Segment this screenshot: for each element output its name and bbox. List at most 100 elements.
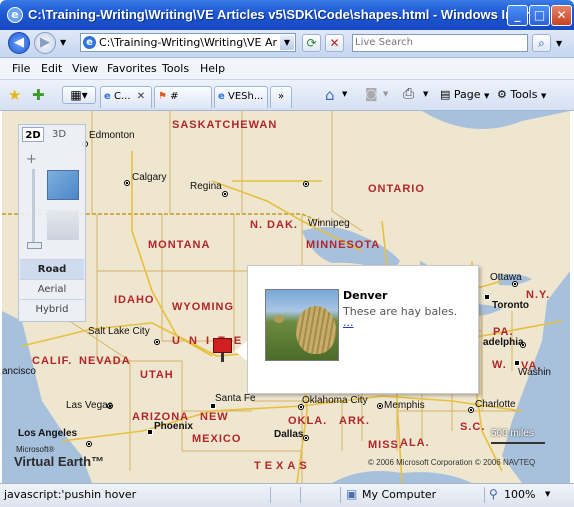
pushpin-info-box: Denver These are hay bales. ... xyxy=(247,265,479,394)
status-divider xyxy=(300,487,301,503)
mode-road[interactable]: Road xyxy=(20,259,84,280)
menu-help[interactable]: Help xyxy=(200,62,225,75)
zoom-slider-handle[interactable] xyxy=(27,242,42,249)
computer-icon: ▣ xyxy=(346,487,358,501)
search-field[interactable] xyxy=(352,34,528,52)
info-box-link[interactable]: ... xyxy=(343,316,354,329)
tab-overflow-button[interactable]: » xyxy=(270,86,292,108)
page-icon: ▤ xyxy=(440,88,451,101)
tools-menu-button[interactable]: ⚙ Tools ▼ xyxy=(497,88,546,101)
search-icon[interactable]: ⌕ xyxy=(532,34,551,52)
birdseye-icon[interactable] xyxy=(47,210,79,240)
print-dropdown-icon[interactable]: ▼ xyxy=(423,90,428,98)
map-navigation-control: 2D 3D + − Road Aerial Hybrid xyxy=(18,124,86,322)
add-favorite-icon[interactable]: ✚ xyxy=(32,86,45,104)
page-icon: e xyxy=(83,36,96,49)
history-dropdown-icon[interactable]: ▼ xyxy=(60,38,66,47)
city-label: Santa Fe xyxy=(215,393,256,404)
city-label: Phoenix xyxy=(154,421,193,432)
zoom-level[interactable]: 100% xyxy=(504,488,535,501)
zoom-track[interactable] xyxy=(32,169,35,249)
map-copyright: © 2006 Microsoft Corporation © 2006 NAVT… xyxy=(368,458,536,467)
address-value: C:\Training-Writing\Writing\VE Articles … xyxy=(99,36,277,49)
state-label: ALA. xyxy=(400,437,430,449)
menu-favorites[interactable]: Favorites xyxy=(107,62,157,75)
state-label: W. xyxy=(492,359,507,371)
info-box-description: These are hay bales. xyxy=(343,305,458,318)
ie-page-icon: e xyxy=(218,91,225,102)
city-label: Oklahoma City xyxy=(302,395,368,406)
mode-hybrid[interactable]: Hybrid xyxy=(20,299,84,320)
back-button[interactable]: ◀ xyxy=(8,32,30,54)
home-dropdown-icon[interactable]: ▼ xyxy=(342,90,347,98)
quick-tabs-icon[interactable]: ▦▾ xyxy=(62,86,96,104)
menu-view[interactable]: View xyxy=(72,62,98,75)
city-label: Las Vegas xyxy=(66,400,113,411)
hay-bale-shape xyxy=(296,306,336,354)
city-marker xyxy=(124,180,130,186)
favorites-star-icon[interactable]: ★ xyxy=(8,86,21,104)
hay-bale-shape xyxy=(274,315,284,323)
menu-tools[interactable]: Tools xyxy=(162,62,189,75)
denver-pushpin[interactable] xyxy=(213,338,232,362)
windows-flag-icon: ⚑ xyxy=(158,91,167,102)
state-label: TEXAS xyxy=(254,460,311,472)
maximize-button[interactable]: □ xyxy=(529,5,550,26)
tab-1[interactable]: e C... ✕ xyxy=(100,86,152,108)
tab-2-label: # xyxy=(170,91,179,102)
menu-file[interactable]: File xyxy=(12,62,30,75)
minimize-button[interactable]: _ xyxy=(507,5,528,26)
view-3d-button[interactable]: 3D xyxy=(49,127,69,142)
page-menu-button[interactable]: ▤ Page ▼ xyxy=(440,88,489,101)
city-label: Winnipeg xyxy=(308,218,350,229)
menu-bar: File Edit View Favorites Tools Help xyxy=(0,58,574,80)
city-label: Los Angeles xyxy=(18,428,78,439)
state-label: MEXICO xyxy=(192,433,242,445)
search-options-icon[interactable]: ▼ xyxy=(556,39,562,48)
city-label: Memphis xyxy=(384,400,425,411)
status-divider xyxy=(484,487,485,503)
capital-marker xyxy=(484,294,490,300)
state-label: MONTANA xyxy=(148,239,211,251)
stop-icon[interactable]: ✕ xyxy=(325,34,344,52)
menu-edit[interactable]: Edit xyxy=(41,62,62,75)
flag-icon xyxy=(213,338,232,353)
close-tab-icon[interactable]: ✕ xyxy=(134,91,145,102)
feeds-dropdown-icon[interactable]: ▼ xyxy=(383,90,388,98)
city-label: Regina xyxy=(190,181,222,192)
tab-3[interactable]: e VESh... xyxy=(214,86,268,108)
ie-page-icon: e xyxy=(104,91,111,102)
status-divider xyxy=(270,487,271,503)
capital-marker xyxy=(514,360,520,366)
zoom-icon[interactable]: ⚲ xyxy=(489,487,498,501)
info-box-title: Denver xyxy=(343,289,388,302)
city-marker xyxy=(303,435,309,441)
status-divider xyxy=(340,487,341,503)
tab-2[interactable]: ⚑ # xyxy=(154,86,212,108)
feeds-icon[interactable]: ◙ xyxy=(365,87,378,102)
mode-aerial[interactable]: Aerial xyxy=(20,279,84,300)
search-input[interactable] xyxy=(355,35,525,50)
print-icon[interactable]: ⎙ xyxy=(403,86,414,102)
security-zone: My Computer xyxy=(362,488,437,501)
address-dropdown-icon[interactable]: ▼ xyxy=(280,35,294,50)
city-label: Toronto xyxy=(492,300,530,311)
tab-toolbar: ★ ✚ ▦▾ e C... ✕ ⚑ # e VESh... » ⌂ ▼ ◙ ▼ … xyxy=(0,80,574,111)
home-icon[interactable]: ⌂ xyxy=(325,86,335,104)
view-2d-button[interactable]: 2D xyxy=(22,127,44,142)
city-label: ancisco xyxy=(2,366,36,377)
address-field[interactable]: e C:\Training-Writing\Writing\VE Article… xyxy=(80,33,296,52)
zoom-in-icon[interactable]: + xyxy=(26,152,37,167)
refresh-icon[interactable]: ⟳ xyxy=(302,34,321,52)
close-button[interactable]: ✕ xyxy=(551,5,572,26)
forward-button[interactable]: ▶ xyxy=(34,32,56,54)
window-title-bar[interactable]: e C:\Training-Writing\Writing\VE Article… xyxy=(0,0,574,30)
city-label: Ottawa xyxy=(490,272,522,283)
road-map-icon[interactable] xyxy=(47,170,79,200)
microsoft-logo: Microsoft® xyxy=(16,445,55,454)
zoom-dropdown-icon[interactable]: ▼ xyxy=(545,490,550,498)
state-label: NEW xyxy=(200,411,229,423)
map-view[interactable]: SASKATCHEWAN ONTARIO N. DAK. MONTANA MIN… xyxy=(2,111,570,483)
page-menu-label: Page xyxy=(453,88,481,101)
scale-label: 500 miles xyxy=(491,428,534,439)
